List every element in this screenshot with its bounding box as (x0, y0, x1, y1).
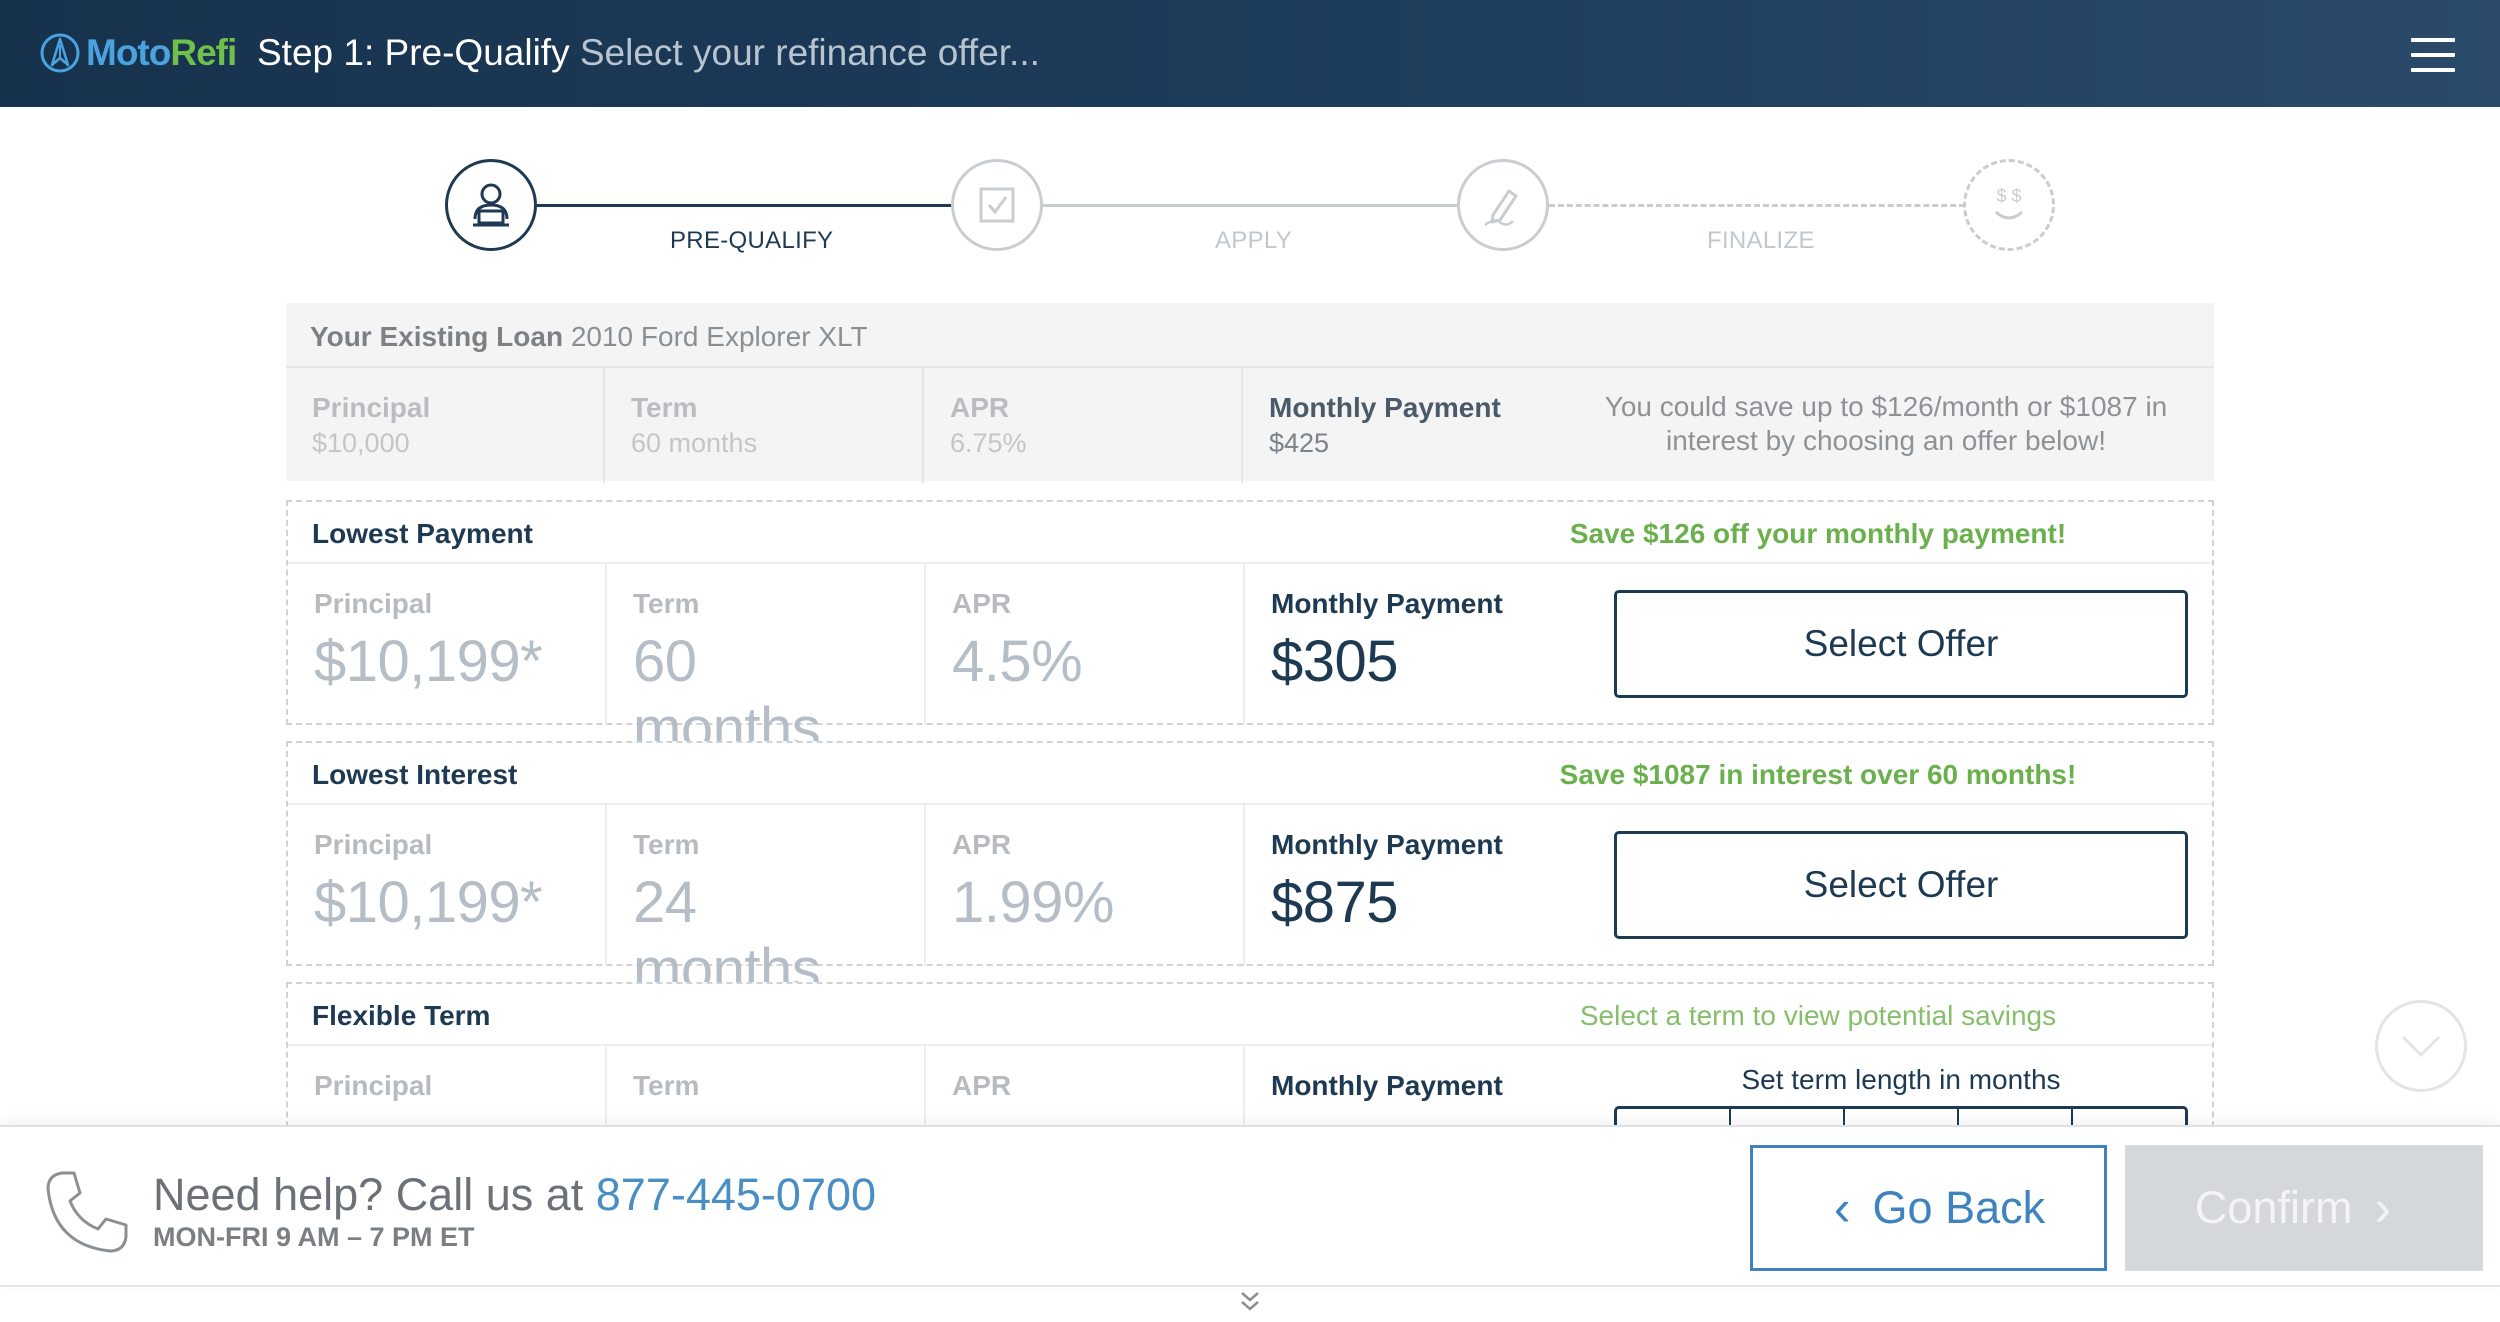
smiley-dollar-icon: $ $ (1994, 186, 2024, 220)
existing-loan-panel: Your Existing Loan 2010 Ford Explorer XL… (286, 303, 2214, 483)
double-chevron-down-icon[interactable] (1236, 1289, 1264, 1317)
apr-value: 1.99% (952, 870, 1114, 935)
step-label-apply: APPLY (1215, 227, 1293, 254)
apr-label: APR (952, 1070, 1012, 1101)
checkbox-icon (979, 187, 1015, 223)
payment-label: Monthly Payment (1271, 588, 1503, 619)
principal-value: $10,199* (314, 629, 543, 694)
scroll-down-button[interactable] (2375, 1000, 2467, 1092)
existing-monthly-payment: Monthly Payment $425 (1243, 368, 1583, 483)
page-title: Step 1: Pre-Qualify Select your refinanc… (257, 32, 1040, 74)
apr-label: APR (952, 588, 1012, 619)
principal-label: Principal (314, 829, 433, 860)
existing-loan-details: Principal $10,000 Term 60 months APR 6.7… (286, 366, 2214, 483)
go-back-button[interactable]: ‹ Go Back (1750, 1145, 2107, 1271)
existing-principal-value: $10,000 (312, 428, 410, 458)
offer-lowest-payment: Lowest Payment Save $126 off your monthl… (286, 500, 2214, 761)
offer-details: Principal $10,199* Term 24 months APR 1.… (288, 803, 2212, 1002)
confirm-label: Confirm (2194, 1182, 2353, 1233)
existing-term-value: 60 months (631, 428, 758, 458)
savings-note: You could save up to $126/month or $1087… (1604, 391, 2168, 456)
term-label: Term (633, 588, 700, 619)
select-offer-button[interactable]: Select Offer (1614, 590, 2188, 698)
term-label: Term (633, 829, 700, 860)
existing-principal-label: Principal (312, 392, 431, 423)
existing-loan-label: Your Existing Loan (310, 321, 564, 352)
offer-savings: Save $1087 in interest over 60 months! (1559, 759, 2077, 790)
step-connector (1043, 204, 1459, 207)
pen-sign-icon (1484, 189, 1518, 226)
logo-text-refi: Refi (170, 32, 237, 73)
term-selector-label: Set term length in months (1741, 1064, 2061, 1095)
offer-apr: APR 4.5% (926, 564, 1245, 725)
offer-monthly-payment: Monthly Payment $305 (1245, 564, 1585, 725)
step-title-text: Step 1: Pre-Qualify (257, 32, 570, 73)
existing-loan-vehicle: 2010 Ford Explorer XLT (570, 321, 868, 352)
step-label-finalize: FINALIZE (1707, 227, 1815, 254)
chevron-down-icon (2401, 1035, 2441, 1058)
offer-title: Lowest Payment (312, 518, 533, 549)
payment-value: $875 (1271, 870, 1399, 935)
hamburger-menu-icon[interactable] (2411, 38, 2455, 72)
help-footer: Need help? Call us at 877-445-0700 MON-F… (0, 1125, 2500, 1287)
top-header: Moto Refi Step 1: Pre-Qualify Select your… (0, 0, 2500, 107)
support-hours: MON-FRI 9 AM – 7 PM ET (153, 1222, 475, 1252)
apr-label: APR (952, 829, 1012, 860)
chevron-left-icon: ‹ (1833, 1180, 1851, 1236)
payment-label: Monthly Payment (1271, 1070, 1503, 1101)
existing-term: Term 60 months (605, 368, 924, 483)
existing-apr: APR 6.75% (924, 368, 1243, 483)
help-prefix: Need help? Call us at (153, 1169, 596, 1220)
logo-text-moto: Moto (86, 32, 171, 73)
offer-savings: Select a term to view potential savings (1579, 1000, 2057, 1031)
existing-apr-label: APR (950, 392, 1010, 423)
confirm-button[interactable]: Confirm › (2125, 1145, 2483, 1271)
offer-term: Term 60 months (607, 564, 926, 761)
principal-label: Principal (314, 588, 433, 619)
offer-savings: Save $126 off your monthly payment! (1569, 518, 2067, 549)
existing-payment-value: $425 (1269, 428, 1330, 458)
step-finalize (1457, 159, 1549, 251)
payment-value: $305 (1271, 629, 1399, 694)
help-phone-link[interactable]: 877-445-0700 (596, 1169, 876, 1220)
go-back-label: Go Back (1872, 1182, 2046, 1233)
existing-term-label: Term (631, 392, 698, 423)
payment-label: Monthly Payment (1271, 829, 1503, 860)
step-apply (951, 159, 1043, 251)
phone-icon (46, 1171, 128, 1253)
existing-loan-title: Your Existing Loan 2010 Ford Explorer XL… (310, 321, 868, 353)
principal-label: Principal (314, 1070, 433, 1101)
offer-title: Lowest Interest (312, 759, 518, 790)
logo-icon (40, 33, 80, 73)
smiley-dollar-text: $ $ (1996, 186, 2021, 206)
existing-principal: Principal $10,000 (286, 368, 605, 483)
step-connector (537, 204, 953, 207)
select-offer-button[interactable]: Select Offer (1614, 831, 2188, 939)
existing-payment-label: Monthly Payment (1269, 392, 1501, 423)
offer-apr: APR 1.99% (926, 805, 1245, 966)
step-complete: $ $ (1963, 159, 2055, 251)
existing-apr-value: 6.75% (950, 428, 1027, 458)
progress-stepper: PRE-QUALIFY APPLY FINALIZE $ $ (0, 107, 2500, 287)
help-text: Need help? Call us at 877-445-0700 (153, 1169, 876, 1221)
offer-title: Flexible Term (312, 1000, 491, 1031)
offer-term: Term 24 months (607, 805, 926, 1002)
step-subtitle: Select your refinance offer... (579, 32, 1040, 73)
step-connector (1549, 204, 1965, 207)
offer-principal: Principal $10,199* (288, 564, 607, 725)
step-prequalify (445, 159, 537, 251)
person-laptop-icon (473, 183, 509, 227)
step-label-prequalify: PRE-QUALIFY (670, 227, 834, 254)
term-label: Term (633, 1070, 700, 1101)
offer-lowest-interest: Lowest Interest Save $1087 in interest o… (286, 741, 2214, 1002)
offer-principal: Principal $10,199* (288, 805, 607, 966)
offer-monthly-payment: Monthly Payment $875 (1245, 805, 1585, 966)
motorefi-logo[interactable]: Moto Refi (38, 30, 237, 76)
offer-details: Principal $10,199* Term 60 months APR 4.… (288, 562, 2212, 761)
apr-value: 4.5% (952, 629, 1083, 694)
principal-value: $10,199* (314, 870, 543, 935)
chevron-right-icon: › (2374, 1180, 2392, 1236)
